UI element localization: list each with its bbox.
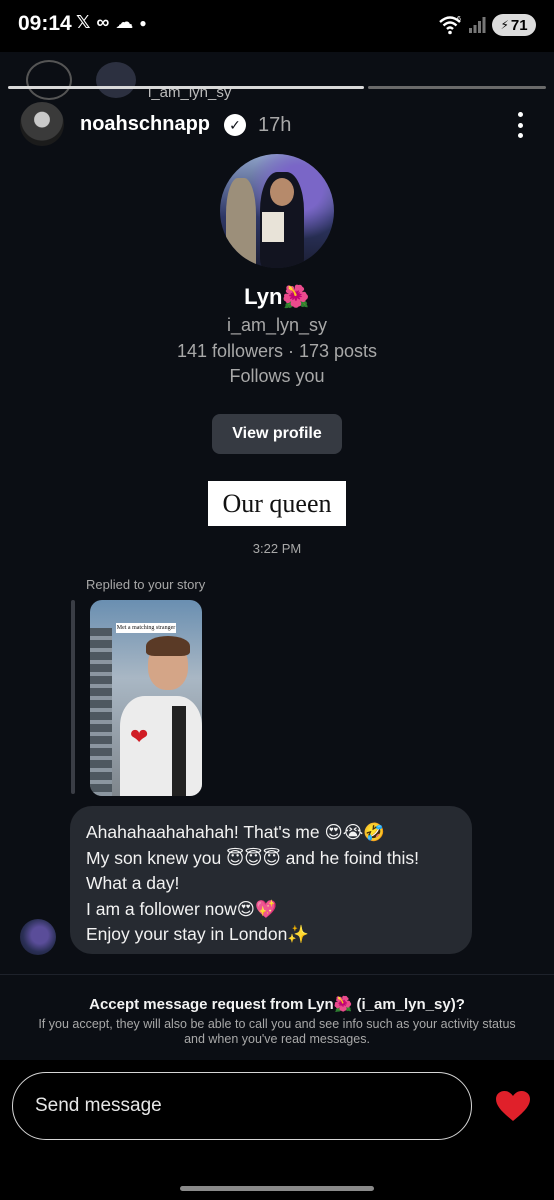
- message-line: Enjoy your stay in London✨: [86, 924, 310, 944]
- cloud-icon: ☁: [115, 12, 134, 32]
- profile-avatar[interactable]: [220, 154, 334, 268]
- profile-name: Lyn🌺: [244, 284, 310, 309]
- status-time: 09:14: [18, 12, 72, 35]
- chat-header: noahschnapp ✓ 17h: [0, 100, 554, 152]
- message-line: My son knew you 😇😇😇 and he foind this!: [86, 847, 419, 868]
- view-profile-button[interactable]: View profile: [212, 414, 342, 454]
- profile-stats: 141 followers · 173 posts: [176, 341, 378, 361]
- x-icon: 𝕏: [76, 12, 91, 32]
- story-progress-bar: [368, 86, 546, 89]
- story-reply-thumbnail[interactable]: ❤ Met a matching stranger: [90, 600, 202, 796]
- shared-caption-message[interactable]: Our queen: [208, 481, 346, 526]
- battery-charging-icon: ⚡: [500, 18, 509, 32]
- verified-badge-icon: ✓: [224, 114, 246, 136]
- message-line: What a day!: [86, 873, 180, 893]
- story-progress-bar: [8, 86, 364, 89]
- header-username[interactable]: noahschnapp: [80, 113, 210, 136]
- wifi-label: 6: [457, 16, 461, 23]
- wifi-icon: 6: [439, 16, 461, 35]
- divider: [0, 974, 554, 975]
- reply-indicator-line: [71, 600, 75, 794]
- story-caption: Met a matching stranger: [116, 623, 176, 633]
- more-options-icon[interactable]: [516, 112, 524, 138]
- dot-icon: ●: [139, 15, 147, 30]
- accept-request-description: If you accept, they will also be able to…: [38, 1017, 516, 1046]
- story-thumbnail-avatar: [96, 62, 136, 98]
- profile-handle: i_am_lyn_sy: [226, 315, 328, 335]
- header-avatar[interactable]: [20, 102, 64, 146]
- status-notification-icons: 𝕏 ∞ ☁ ●: [76, 12, 147, 33]
- sender-avatar[interactable]: [20, 919, 56, 955]
- message-timestamp: 3:22 PM: [252, 541, 302, 556]
- voicemail-icon: ∞: [96, 12, 110, 32]
- message-line: I am a follower now😍💖: [86, 898, 277, 919]
- message-bubble[interactable]: Ahahahaahahahah! That's me 😍😭🤣 My son kn…: [70, 806, 472, 954]
- heart-like-icon[interactable]: [494, 1087, 532, 1125]
- header-time-ago: 17h: [258, 114, 292, 136]
- accept-request-title: Accept message request from Lyn🌺 (i_am_l…: [89, 996, 465, 1013]
- status-right: 6 ⚡ 71: [438, 14, 536, 36]
- status-bar: 09:14 𝕏 ∞ ☁ ● 6 ⚡ 71: [0, 0, 554, 52]
- signal-icon: [469, 17, 486, 33]
- heart-print-icon: ❤: [130, 724, 149, 749]
- home-indicator[interactable]: [180, 1186, 374, 1191]
- battery-level: 71: [510, 16, 528, 34]
- send-message-input[interactable]: [12, 1072, 472, 1140]
- battery-indicator: ⚡ 71: [492, 14, 536, 36]
- replied-to-story-label: Replied to your story: [86, 577, 206, 592]
- back-arrow-icon[interactable]: [26, 60, 72, 100]
- message-line: Ahahahaahahahah! That's me 😍😭🤣: [86, 822, 385, 842]
- profile-follows-you: Follows you: [229, 366, 325, 386]
